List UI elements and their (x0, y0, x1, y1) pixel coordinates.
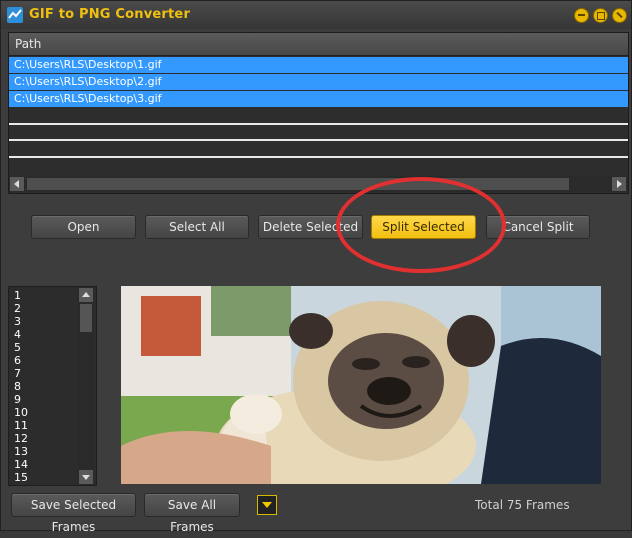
window-title: GIF to PNG Converter (29, 7, 191, 22)
save-all-frames-button[interactable]: Save All Frames (144, 493, 240, 534)
select-all-button[interactable]: Select All (145, 215, 249, 239)
frame-item[interactable]: 3 (14, 315, 21, 328)
frame-item[interactable]: 14 (14, 458, 28, 471)
empty-row-divider (9, 156, 628, 158)
file-row[interactable]: C:\Users\RLS\Desktop\2.gif (9, 74, 628, 90)
column-header-label: Path (15, 37, 42, 51)
highlight-annotation (336, 177, 506, 273)
chevron-down-icon (262, 502, 272, 508)
scroll-left-icon[interactable] (10, 177, 24, 191)
file-path: C:\Users\RLS\Desktop\1.gif (14, 58, 162, 71)
save-format-dropdown[interactable] (257, 495, 277, 515)
frame-item[interactable]: 10 (14, 406, 28, 419)
frame-item[interactable]: 4 (14, 328, 21, 341)
file-list[interactable]: Path C:\Users\RLS\Desktop\1.gif C:\Users… (8, 32, 629, 194)
frame-item[interactable]: 7 (14, 367, 21, 380)
scroll-thumb[interactable] (27, 178, 569, 190)
empty-row-divider (9, 139, 628, 141)
frame-item[interactable]: 5 (14, 341, 21, 354)
frame-item[interactable]: 6 (14, 354, 21, 367)
file-row[interactable]: C:\Users\RLS\Desktop\1.gif (9, 57, 628, 73)
frame-item[interactable]: 9 (14, 393, 21, 406)
open-button[interactable]: Open (31, 215, 136, 239)
frame-item[interactable]: 8 (14, 380, 21, 393)
app-window: GIF to PNG Converter Path C:\Users\RLS\D… (0, 0, 632, 534)
frame-list[interactable]: 1 2 3 4 5 6 7 8 9 10 11 12 13 14 15 (8, 286, 97, 486)
frame-item[interactable]: 11 (14, 419, 28, 432)
close-icon[interactable] (612, 8, 627, 23)
file-path: C:\Users\RLS\Desktop\2.gif (14, 75, 162, 88)
frame-item[interactable]: 2 (14, 302, 21, 315)
scroll-down-icon[interactable] (79, 470, 93, 484)
frame-preview-image (121, 286, 601, 484)
frame-item[interactable]: 12 (14, 432, 28, 445)
column-header-path[interactable]: Path (9, 33, 628, 56)
empty-row-divider (9, 123, 628, 125)
total-frames-label: Total 75 Frames (475, 498, 570, 512)
save-selected-frames-button[interactable]: Save Selected Frames (11, 493, 136, 534)
scroll-thumb[interactable] (80, 304, 92, 332)
file-path: C:\Users\RLS\Desktop\3.gif (14, 92, 162, 105)
maximize-icon[interactable] (593, 8, 608, 23)
vertical-scrollbar[interactable] (78, 287, 94, 485)
file-row[interactable]: C:\Users\RLS\Desktop\3.gif (9, 91, 628, 107)
scroll-right-icon[interactable] (612, 177, 626, 191)
frame-item[interactable]: 1 (14, 289, 21, 302)
frame-item[interactable]: 13 (14, 445, 28, 458)
minimize-icon[interactable] (574, 8, 589, 23)
horizontal-scrollbar[interactable] (9, 176, 628, 192)
title-bar: GIF to PNG Converter (1, 1, 631, 29)
app-logo-icon (7, 7, 23, 23)
scroll-up-icon[interactable] (79, 288, 93, 302)
frame-item[interactable]: 15 (14, 471, 28, 484)
